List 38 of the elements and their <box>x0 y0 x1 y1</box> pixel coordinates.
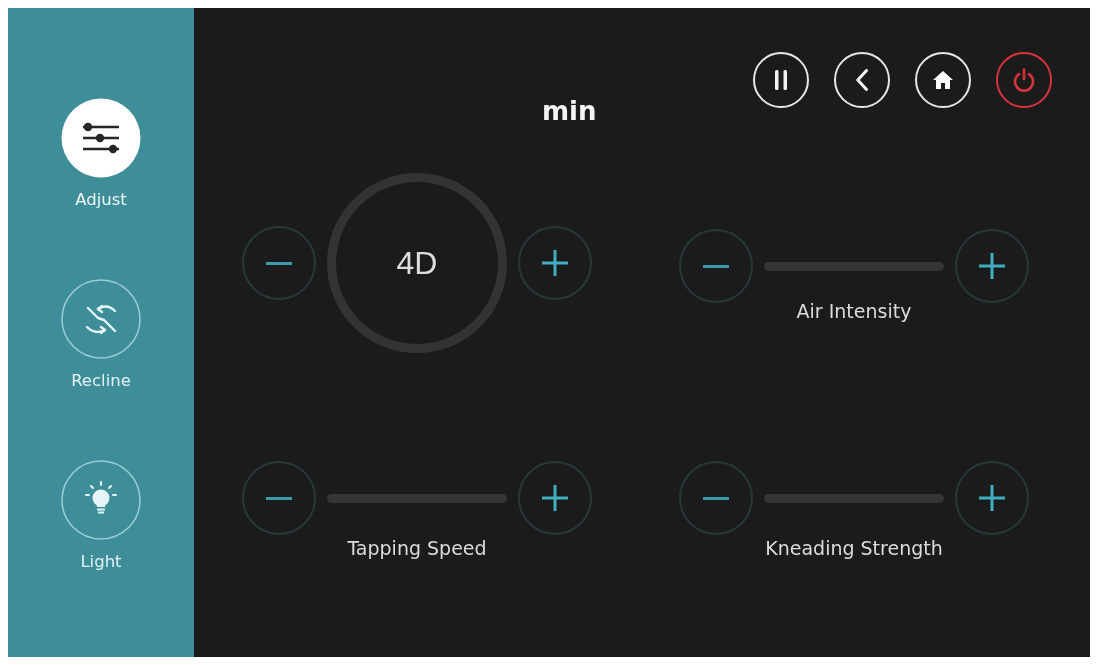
recline-arrows-icon <box>61 279 141 359</box>
decrease-button[interactable] <box>679 229 753 303</box>
chevron-left-icon <box>856 69 868 91</box>
minus-icon <box>703 264 729 268</box>
sidebar-item[interactable]: Light <box>61 460 141 571</box>
increase-button[interactable] <box>955 461 1029 535</box>
minus-icon <box>266 496 292 500</box>
slider-track[interactable] <box>764 493 944 503</box>
increase-button[interactable] <box>518 226 592 300</box>
plus-icon <box>542 250 568 276</box>
plus-icon <box>979 485 1005 511</box>
slider-label: Kneading Strength <box>765 536 943 560</box>
power-icon <box>1013 68 1035 92</box>
pause-button[interactable] <box>753 52 809 108</box>
slider-track[interactable] <box>327 493 507 503</box>
screen-title: min <box>542 96 597 126</box>
lightbulb-icon <box>61 460 141 540</box>
increase-button[interactable] <box>955 229 1029 303</box>
decrease-button[interactable] <box>242 226 316 300</box>
back-button[interactable] <box>834 52 890 108</box>
sidebar-item[interactable]: Adjust <box>61 98 141 209</box>
minus-icon <box>703 496 729 500</box>
plus-icon <box>542 485 568 511</box>
plus-icon <box>979 253 1005 279</box>
minus-icon <box>266 261 292 265</box>
decrease-button[interactable] <box>679 461 753 535</box>
home-button[interactable] <box>915 52 971 108</box>
mode-dial: 4D <box>327 173 507 353</box>
power-button[interactable] <box>996 52 1052 108</box>
decrease-button[interactable] <box>242 461 316 535</box>
sidebar-item[interactable]: Recline <box>61 279 141 390</box>
slider-track[interactable] <box>764 261 944 271</box>
home-icon <box>933 71 953 89</box>
slider-label: Air Intensity <box>796 299 912 323</box>
slider-label: Tapping Speed <box>347 536 487 560</box>
increase-button[interactable] <box>518 461 592 535</box>
pause-icon <box>775 70 787 90</box>
sliders-icon <box>61 98 141 178</box>
